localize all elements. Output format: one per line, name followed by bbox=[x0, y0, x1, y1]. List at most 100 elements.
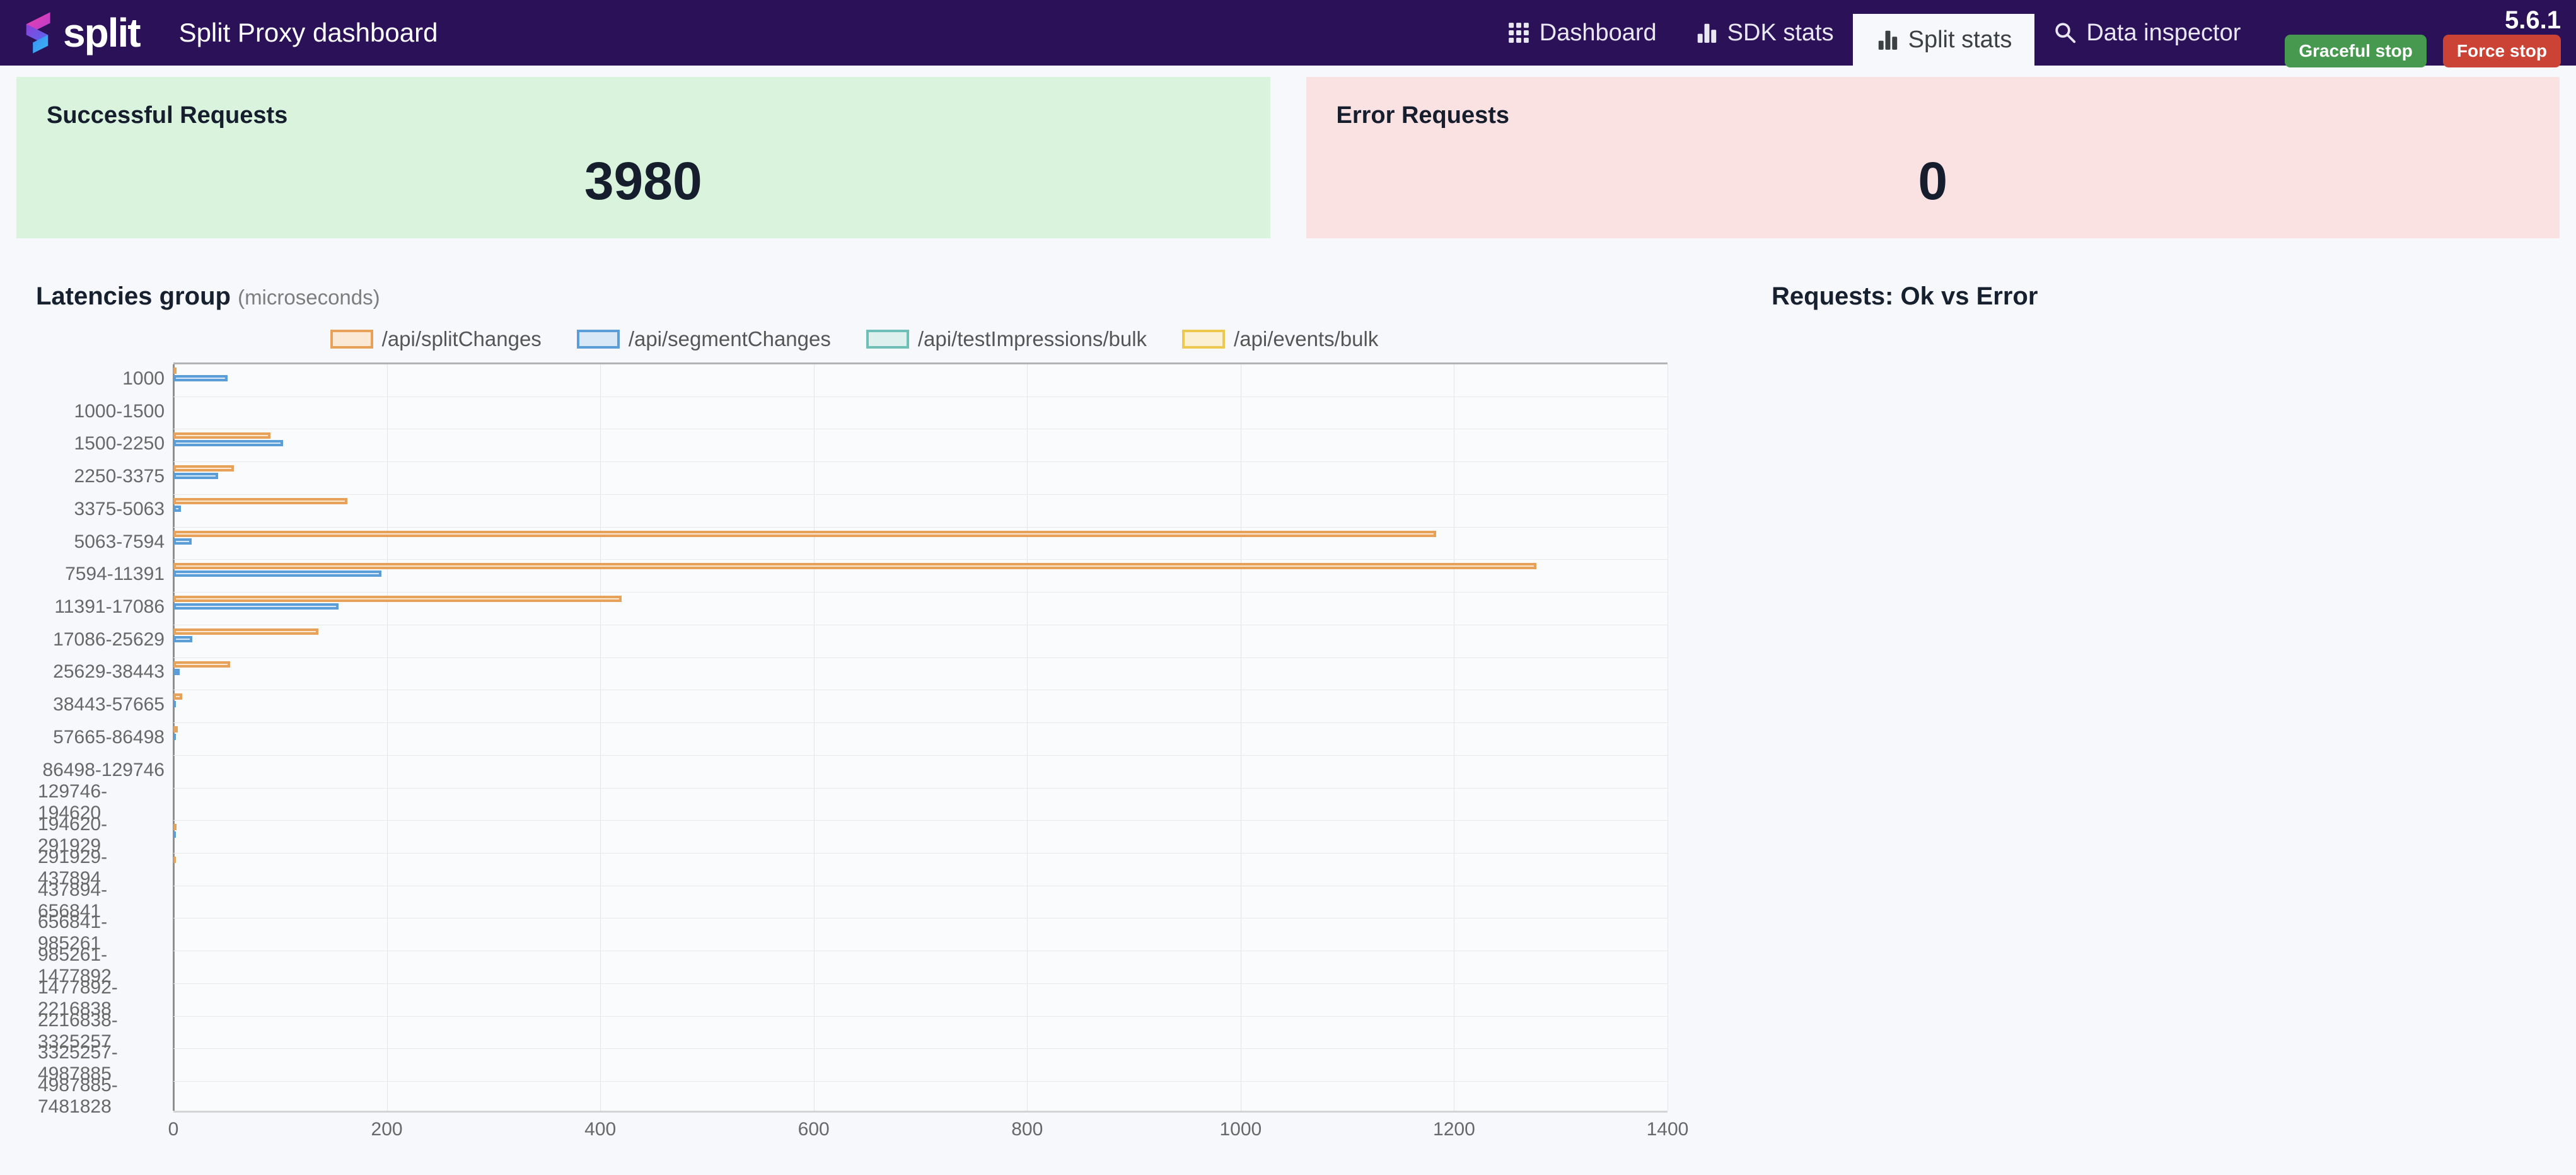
legend-label: /api/events/bulk bbox=[1234, 327, 1379, 350]
bar-chart-icon bbox=[1697, 23, 1716, 43]
successful-requests-value: 3980 bbox=[584, 151, 702, 211]
bar-api-segmentchanges bbox=[173, 375, 228, 381]
x-axis-label: 0 bbox=[168, 1119, 179, 1140]
legend-item[interactable]: /api/splitChanges bbox=[330, 327, 542, 351]
bar-api-splitchanges bbox=[173, 661, 230, 668]
legend-swatch bbox=[576, 330, 620, 349]
requests-panel: Requests: Ok vs Error bbox=[1690, 282, 2576, 1142]
version-label: 5.6.1 bbox=[2505, 6, 2561, 34]
grid-icon bbox=[1508, 23, 1529, 43]
bar-api-segmentchanges bbox=[173, 635, 192, 642]
summary-cards: Successful Requests 3980 Error Requests … bbox=[16, 77, 2560, 238]
bar-api-segmentchanges bbox=[173, 603, 339, 610]
requests-title: Requests: Ok vs Error bbox=[1772, 282, 2038, 310]
chart-row bbox=[173, 1082, 1668, 1114]
search-icon bbox=[2055, 23, 2076, 43]
nav-label: Split stats bbox=[1908, 26, 2012, 53]
graceful-stop-button[interactable]: Graceful stop bbox=[2285, 35, 2427, 67]
x-axis-label: 200 bbox=[371, 1119, 403, 1140]
y-axis-label: 4987885-7481828 bbox=[38, 1075, 118, 1118]
legend-swatch bbox=[1182, 330, 1226, 349]
chart-row bbox=[173, 821, 1668, 854]
x-axis-label: 400 bbox=[584, 1119, 617, 1140]
nav-item-data-inspector[interactable]: Data inspector bbox=[2034, 0, 2260, 66]
bar-api-segmentchanges bbox=[173, 538, 192, 545]
main-nav: Dashboard SDK stats Split stats Data ins… bbox=[1488, 0, 2260, 66]
legend-label: /api/splitChanges bbox=[381, 327, 542, 350]
bar-api-splitchanges bbox=[173, 596, 622, 603]
page-title: Split Proxy dashboard bbox=[178, 18, 438, 47]
x-axis-labels: 0 200 400 600 800 1000 1200 1400 bbox=[168, 1113, 1689, 1142]
bar-api-splitchanges bbox=[173, 726, 178, 733]
legend-label: /api/segmentChanges bbox=[628, 327, 831, 350]
bar-api-segmentchanges bbox=[173, 440, 283, 447]
bar-api-splitchanges bbox=[173, 693, 182, 700]
chart-row bbox=[173, 984, 1668, 1017]
bar-api-splitchanges bbox=[173, 824, 177, 831]
split-logo-icon bbox=[26, 12, 50, 54]
bar-api-segmentchanges bbox=[173, 734, 176, 741]
chart-row bbox=[173, 951, 1668, 984]
header-right: 5.6.1 Graceful stop Force stop bbox=[2260, 0, 2576, 67]
chart-row bbox=[173, 560, 1668, 593]
bar-api-splitchanges bbox=[173, 432, 270, 439]
nav-item-split-stats[interactable]: Split stats bbox=[1852, 14, 2035, 66]
chart-row bbox=[173, 397, 1668, 430]
bar-api-splitchanges bbox=[173, 563, 1536, 570]
bar-api-splitchanges bbox=[173, 497, 347, 504]
x-axis-label: 800 bbox=[1011, 1119, 1043, 1140]
bar-api-segmentchanges bbox=[173, 831, 176, 838]
successful-requests-card: Successful Requests 3980 bbox=[16, 77, 1270, 238]
error-requests-value: 0 bbox=[1918, 151, 1948, 211]
bar-api-segmentchanges bbox=[173, 668, 180, 675]
force-stop-button[interactable]: Force stop bbox=[2442, 35, 2561, 67]
nav-item-sdk-stats[interactable]: SDK stats bbox=[1676, 0, 1853, 66]
chart-row bbox=[173, 690, 1668, 724]
legend-item[interactable]: /api/events/bulk bbox=[1182, 327, 1378, 351]
y-axis-label: 1500-2250 bbox=[74, 433, 165, 454]
legend-swatch bbox=[330, 330, 373, 349]
bar-api-segmentchanges bbox=[173, 473, 218, 480]
y-axis-label: 1000-1500 bbox=[74, 400, 165, 422]
error-requests-card: Error Requests 0 bbox=[1306, 77, 2560, 238]
card-title: Successful Requests bbox=[47, 102, 288, 129]
chart-row bbox=[173, 789, 1668, 821]
y-axis-label: 7594-11391 bbox=[65, 564, 165, 585]
chart-row bbox=[173, 528, 1668, 560]
chart-row bbox=[173, 1017, 1668, 1050]
brand-wordmark: split bbox=[63, 10, 141, 55]
brand: split bbox=[19, 0, 141, 66]
chart-row bbox=[173, 756, 1668, 789]
chart-row bbox=[173, 429, 1668, 463]
x-axis-label: 600 bbox=[798, 1119, 830, 1140]
y-axis-labels: 1000 1000-1500 1500-2250 2250-3375 3375-5063… bbox=[38, 362, 173, 1118]
x-axis-label: 1000 bbox=[1219, 1119, 1262, 1140]
nav-item-dashboard[interactable]: Dashboard bbox=[1488, 0, 1676, 66]
chart-row bbox=[173, 918, 1668, 952]
chart-row bbox=[173, 658, 1668, 691]
legend-swatch bbox=[866, 330, 909, 349]
y-axis-label: 25629-38443 bbox=[53, 661, 165, 683]
bar-api-segmentchanges bbox=[173, 570, 381, 577]
legend-label: /api/testImpressions/bulk bbox=[917, 327, 1147, 350]
bar-api-splitchanges bbox=[173, 465, 234, 472]
bar-api-splitchanges bbox=[173, 857, 176, 864]
nav-label: Data inspector bbox=[2086, 19, 2241, 46]
nav-label: Dashboard bbox=[1539, 19, 1657, 46]
bar-chart-icon bbox=[1878, 30, 1897, 50]
nav-label: SDK stats bbox=[1727, 19, 1834, 46]
chart-row bbox=[173, 364, 1668, 397]
y-axis-label: 5063-7594 bbox=[74, 531, 165, 552]
y-axis-label: 11391-17086 bbox=[54, 596, 165, 617]
bar-api-splitchanges bbox=[173, 628, 318, 635]
legend-item[interactable]: /api/segmentChanges bbox=[576, 327, 831, 351]
chart-row bbox=[173, 625, 1668, 658]
y-axis-label: 2250-3375 bbox=[74, 466, 165, 487]
app-header: split Split Proxy dashboard Dashboard SD… bbox=[0, 0, 2576, 67]
card-title: Error Requests bbox=[1336, 102, 1510, 129]
chart-legend: /api/splitChanges/api/segmentChanges/api… bbox=[38, 327, 1671, 351]
latencies-chart: 1000 1000-1500 1500-2250 2250-3375 3375-5063… bbox=[38, 362, 1690, 1118]
latencies-panel: Latencies group (microseconds) /api/spli… bbox=[0, 282, 1690, 1142]
bar-api-splitchanges bbox=[173, 530, 1436, 537]
legend-item[interactable]: /api/testImpressions/bulk bbox=[866, 327, 1147, 351]
